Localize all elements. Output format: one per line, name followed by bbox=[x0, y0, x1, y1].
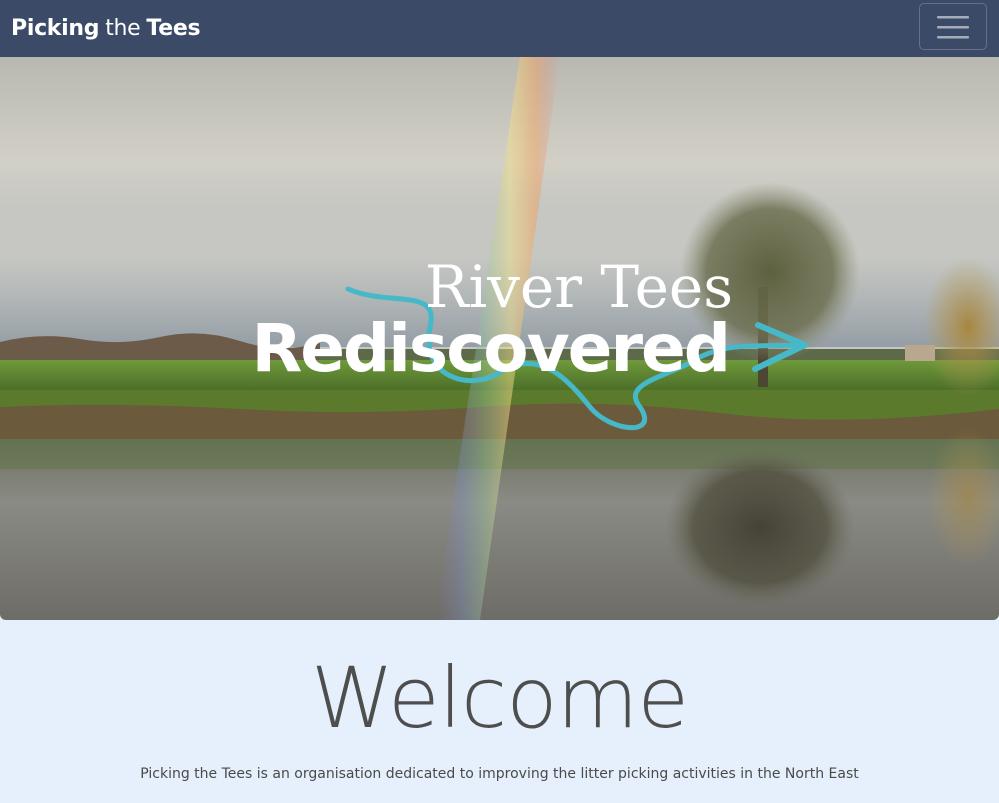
welcome-description: Picking the Tees is an organisation dedi… bbox=[140, 766, 859, 782]
hero-image: River Tees Rediscovered bbox=[0, 57, 999, 620]
brand-word-tees: Tees bbox=[146, 16, 201, 41]
welcome-heading: Welcome bbox=[310, 649, 689, 747]
welcome-section: Welcome Picking the Tees is an organisat… bbox=[0, 620, 999, 803]
brand-word-picking: Picking bbox=[11, 16, 100, 41]
brand-word-the: the bbox=[105, 16, 141, 41]
hero-title-line2: Rediscovered bbox=[251, 310, 729, 387]
navbar-toggle-button[interactable] bbox=[919, 3, 987, 50]
hero-banner: River Tees Rediscovered bbox=[0, 57, 999, 620]
navbar: Picking the Tees bbox=[0, 0, 999, 57]
hamburger-menu-icon bbox=[937, 15, 969, 38]
brand-link[interactable]: Picking the Tees bbox=[11, 16, 201, 41]
